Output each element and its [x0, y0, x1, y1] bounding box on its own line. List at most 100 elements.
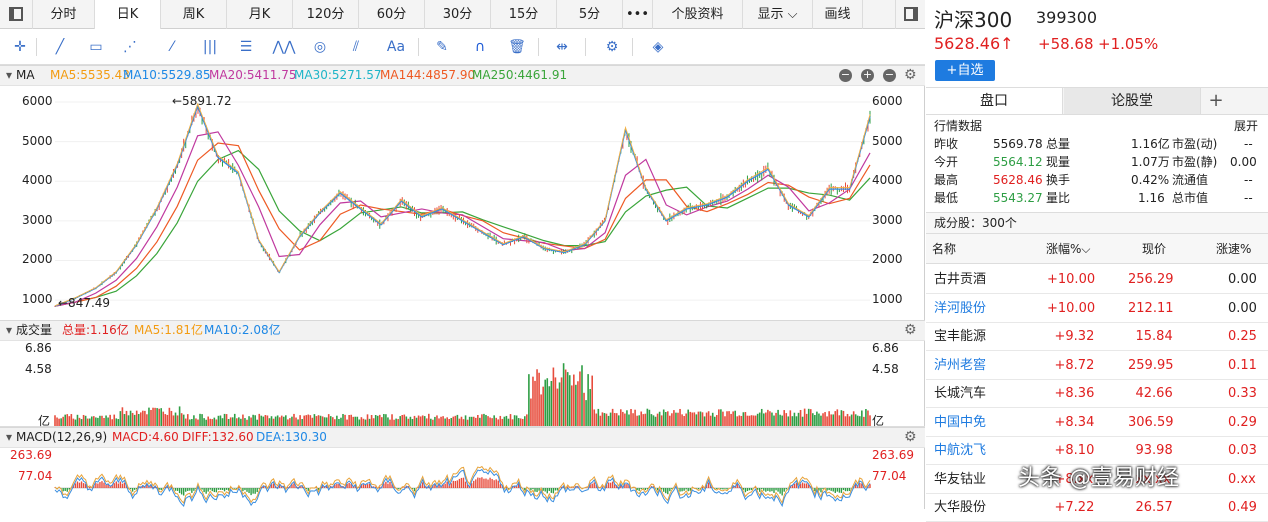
macd-chart[interactable] [0, 448, 925, 509]
stock-code: 399300 [1036, 8, 1098, 27]
vol-axis-mid-right: 4.58 [872, 362, 899, 376]
stock-speed: 0.00 [1228, 300, 1257, 316]
stock-name[interactable]: 洋河股份 [934, 294, 986, 323]
rectangle-icon[interactable]: ▭ [84, 35, 108, 59]
stock-name[interactable]: 泸州老窖 [934, 351, 986, 380]
price-axis-right-1000: 1000 [872, 292, 903, 307]
tab-pankou[interactable]: 盘口 [926, 88, 1063, 114]
tab-9[interactable]: 5分 [557, 0, 623, 29]
parallel-lines-icon[interactable]: ||| [198, 35, 222, 59]
price-axis-left-2000: 2000 [22, 252, 53, 267]
add-watchlist-button[interactable]: +自选 [935, 60, 995, 81]
stock-pct: +1.05% [1098, 35, 1159, 53]
collapse-icon[interactable]: ▾ [6, 428, 12, 447]
tab-2[interactable]: 日K [95, 0, 161, 29]
trash-icon[interactable]: 🗑 [505, 35, 529, 59]
toolbar-divider [418, 38, 419, 56]
sidebar-toggle-icon[interactable] [0, 0, 33, 29]
stock-price: 259.95 [1128, 357, 1174, 373]
list-item[interactable]: 长城汽车 +8.36 42.66 0.33 [926, 379, 1268, 408]
tab-4[interactable]: 月K [227, 0, 293, 29]
tab-11[interactable]: 个股资料 [653, 0, 743, 29]
toolbar-divider [585, 38, 586, 56]
cycle-icon[interactable]: ◎ [308, 35, 332, 59]
tab-12[interactable]: 显示 ⌵ [743, 0, 813, 29]
kline-chart[interactable] [0, 86, 925, 320]
list-item[interactable]: 大华股份 +7.22 26.57 0.49 [926, 493, 1268, 522]
stock-name[interactable]: 华友钴业 [934, 465, 986, 494]
macd-value: MACD:4.60 [112, 430, 179, 444]
stock-name[interactable]: 中国中免 [934, 408, 986, 437]
stock-name[interactable]: 大华股份 [934, 493, 986, 522]
stock-change: +8.34 [1054, 414, 1095, 430]
price-axis-right-3000: 3000 [872, 212, 903, 227]
tab-1[interactable]: 分时 [33, 0, 95, 29]
col-change[interactable]: 涨幅%⌵ [1046, 234, 1091, 264]
tab-forum[interactable]: 论股堂 [1064, 88, 1201, 114]
fibonacci-icon[interactable]: ⫽ [344, 35, 368, 59]
zoom-horizontal-icon[interactable]: ⇹ [550, 35, 574, 59]
magnet-icon[interactable]: ∩ [468, 35, 492, 59]
fan-icon[interactable]: ⋰ [118, 35, 142, 59]
minus-icon[interactable]: − [839, 69, 852, 82]
remove-icon[interactable]: − [883, 69, 896, 82]
wave-icon[interactable]: ⋀⋀ [272, 35, 296, 59]
line-icon[interactable]: ╱ [48, 35, 72, 59]
quote-cell: 量比 [1046, 191, 1071, 205]
stock-name[interactable]: 中航沈飞 [934, 436, 986, 465]
tab-8[interactable]: 15分 [491, 0, 557, 29]
tab-6[interactable]: 60分 [359, 0, 425, 29]
gear-icon[interactable]: ⚙ [904, 66, 917, 85]
quote-cell: 今开 [934, 155, 959, 169]
tab-10[interactable]: ••• [623, 0, 653, 29]
eraser-icon[interactable]: ✎ [430, 35, 454, 59]
list-item[interactable]: 古井贡酒 +10.00 256.29 0.00 [926, 265, 1268, 294]
macd-header: ▾ MACD(12,26,9) MACD:4.60 DIFF:132.60 DE… [0, 427, 925, 448]
list-item[interactable]: 中国中免 +8.34 306.59 0.29 [926, 408, 1268, 437]
stock-price: 42.66 [1135, 386, 1173, 401]
stock-change: +7.22 [1054, 500, 1095, 515]
tab-5[interactable]: 120分 [293, 0, 359, 29]
channel-icon[interactable]: ☰ [234, 35, 258, 59]
chart-panel: 分时 日K 周K 月K 120分 60分 30分 15分 5分 ••• 个股资料 显示 ⌵ 画线 ✛ ╱ ▭… [0, 0, 925, 509]
gear-icon[interactable]: ⚙ [904, 321, 917, 340]
quote-cell: -- [1244, 173, 1253, 187]
add-tab-button[interactable]: + [1203, 88, 1229, 114]
text-icon[interactable]: Aa [384, 35, 408, 59]
quote-cell: 5543.27 [993, 191, 1043, 205]
panel-toggle-icon[interactable] [895, 0, 925, 29]
ma30-value: MA30:5271.57 [294, 68, 382, 82]
expand-button[interactable]: 展开 [1234, 117, 1258, 134]
tab-13[interactable]: 画线 [813, 0, 863, 29]
stock-name[interactable]: 古井贡酒 [934, 265, 986, 294]
gear-icon[interactable]: ⚙ [904, 428, 917, 447]
volume-chart[interactable] [0, 341, 925, 427]
ma10-value: MA10:5529.85 [123, 68, 211, 82]
toolbar-divider [36, 38, 37, 56]
list-item[interactable]: 洋河股份 +10.00 212.11 0.00 [926, 294, 1268, 323]
collapse-icon[interactable]: ▾ [6, 321, 12, 340]
move-icon[interactable]: ✛ [8, 35, 32, 59]
node-line-icon[interactable]: ⁄ [160, 35, 184, 59]
macd-title: MACD(12,26,9) [16, 430, 108, 444]
plus-icon[interactable]: + [861, 69, 874, 82]
tab-7[interactable]: 30分 [425, 0, 491, 29]
col-speed[interactable]: 涨速% [1216, 234, 1251, 264]
price-axis-right-6000: 6000 [872, 93, 903, 108]
toolbar-divider [632, 38, 633, 56]
stock-name[interactable]: 长城汽车 [934, 379, 986, 408]
col-price[interactable]: 现价 [1142, 234, 1166, 264]
collapse-icon[interactable]: ▾ [6, 66, 12, 85]
layers-icon[interactable]: ◈ [646, 35, 670, 59]
settings-icon[interactable]: ⚙ [600, 35, 624, 59]
vol-ma5: MA5:1.81亿 [134, 323, 203, 337]
quote-cell: 市盈(动) [1172, 137, 1218, 151]
tab-3[interactable]: 周K [161, 0, 227, 29]
vol-ma10: MA10:2.08亿 [204, 323, 281, 337]
stock-name[interactable]: 宝丰能源 [934, 322, 986, 351]
col-name[interactable]: 名称 [932, 234, 956, 264]
volume-header: ▾ 成交量 总量:1.16亿 MA5:1.81亿 MA10:2.08亿 ⚙ [0, 320, 925, 341]
list-item[interactable]: 宝丰能源 +9.32 15.84 0.25 [926, 322, 1268, 351]
list-item[interactable]: 泸州老窖 +8.72 259.95 0.11 [926, 351, 1268, 380]
stock-speed: 0.33 [1228, 386, 1257, 401]
